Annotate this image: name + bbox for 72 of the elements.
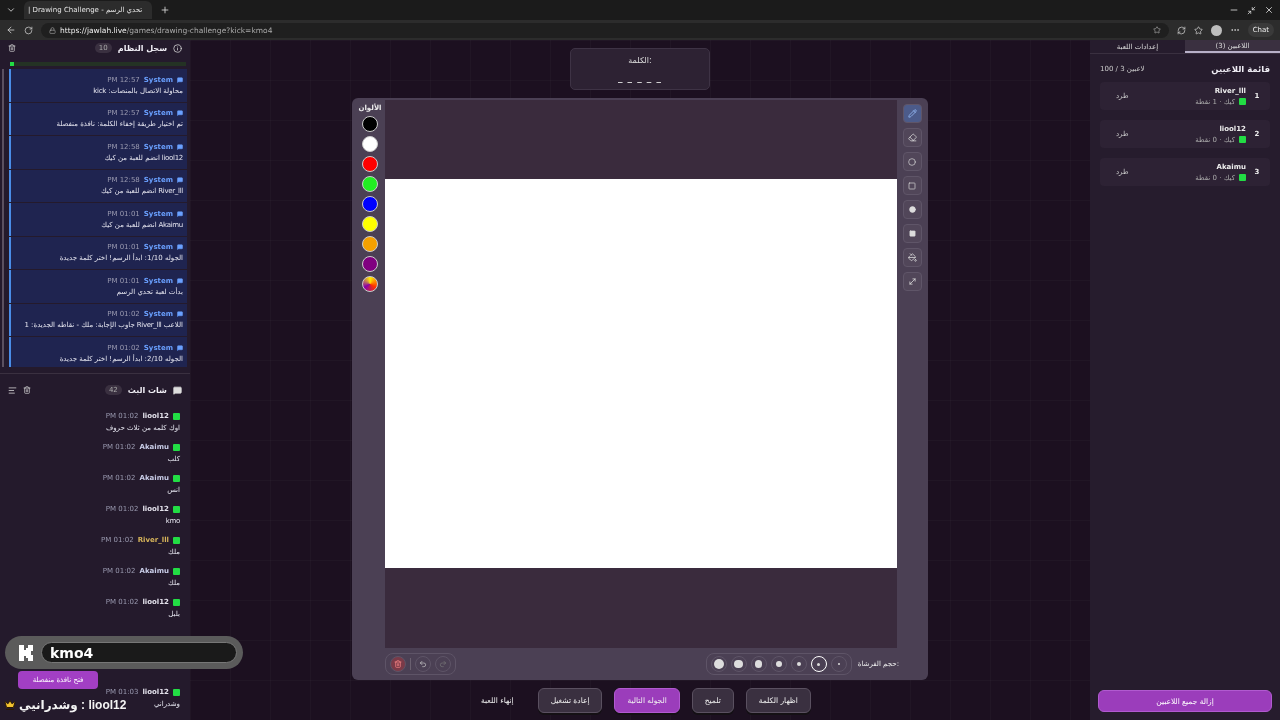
message-icon <box>177 210 183 217</box>
overlay-message: liool12 : وشدرانيي <box>19 698 127 712</box>
kick-icon <box>173 443 180 451</box>
color-swatch[interactable] <box>362 196 378 212</box>
clear-button[interactable] <box>390 656 406 672</box>
message-icon <box>177 110 183 117</box>
close-icon[interactable] <box>1264 5 1274 15</box>
word-label: الكلمة: <box>628 55 652 65</box>
kick-icon <box>173 474 180 482</box>
reload-icon[interactable] <box>24 25 33 35</box>
kick-icon <box>1239 98 1246 105</box>
crown-icon <box>4 699 16 711</box>
lock-icon <box>49 26 56 34</box>
color-swatch[interactable] <box>362 136 378 152</box>
bucket-icon <box>907 253 917 262</box>
word-mask: _ _ _ _ _ <box>617 72 662 83</box>
dot-icon <box>908 206 916 213</box>
color-swatch[interactable] <box>362 156 378 172</box>
log-title: سجل النظام <box>117 43 167 53</box>
tool-button[interactable] <box>902 152 922 171</box>
kick-icon <box>173 412 180 420</box>
refresh-icon[interactable] <box>1176 25 1186 35</box>
players-title: قائمة اللاعبين <box>1211 64 1270 74</box>
message-icon <box>177 311 183 318</box>
kick-icon <box>1239 174 1246 181</box>
color-swatch[interactable] <box>362 236 378 252</box>
message-icon <box>177 177 183 184</box>
favorites-icon[interactable] <box>1193 25 1203 35</box>
back-icon[interactable] <box>6 25 16 35</box>
kick-logo-icon <box>19 644 33 661</box>
line-icon <box>907 277 917 286</box>
message-icon <box>177 344 183 351</box>
kick-icon <box>173 536 180 544</box>
tool-button[interactable] <box>902 248 922 267</box>
canvas-area[interactable] <box>385 100 897 648</box>
list-icon[interactable] <box>8 385 17 395</box>
chevron-down-icon[interactable] <box>6 5 16 15</box>
profile-avatar[interactable] <box>1210 24 1222 36</box>
message-icon <box>177 277 183 284</box>
color-swatch[interactable] <box>362 216 378 232</box>
message-icon <box>177 76 183 83</box>
message-icon <box>177 244 183 251</box>
trash-icon[interactable] <box>23 386 31 394</box>
circle-icon <box>908 157 916 166</box>
color-swatch[interactable] <box>362 256 378 272</box>
star-icon[interactable] <box>1152 26 1161 34</box>
channel-field: kmo4 <box>41 642 237 663</box>
eraser-icon <box>907 133 917 142</box>
redo-icon <box>439 660 447 668</box>
trash-icon[interactable] <box>8 44 16 52</box>
tool-button[interactable] <box>902 272 922 291</box>
tool-button[interactable] <box>902 200 922 219</box>
info-icon <box>173 43 182 53</box>
pencil-icon <box>907 109 917 118</box>
chat-title: شات البث <box>127 385 167 395</box>
plus-icon[interactable] <box>160 5 170 15</box>
square-icon <box>908 181 916 190</box>
kick-icon <box>173 688 180 696</box>
undo-icon <box>419 660 427 668</box>
color-swatch[interactable] <box>362 176 378 192</box>
color-swatch[interactable] <box>362 116 378 132</box>
tool-button[interactable] <box>902 224 922 243</box>
tool-button[interactable] <box>902 128 922 147</box>
kick-icon <box>173 505 180 513</box>
trash-icon <box>394 660 402 668</box>
chat-icon <box>173 385 182 395</box>
kick-icon <box>1239 136 1246 143</box>
kick-icon <box>173 567 180 575</box>
restore-icon[interactable] <box>1247 5 1256 15</box>
custom-color-picker[interactable] <box>362 276 378 292</box>
kick-icon <box>173 598 180 606</box>
message-icon <box>177 143 183 150</box>
